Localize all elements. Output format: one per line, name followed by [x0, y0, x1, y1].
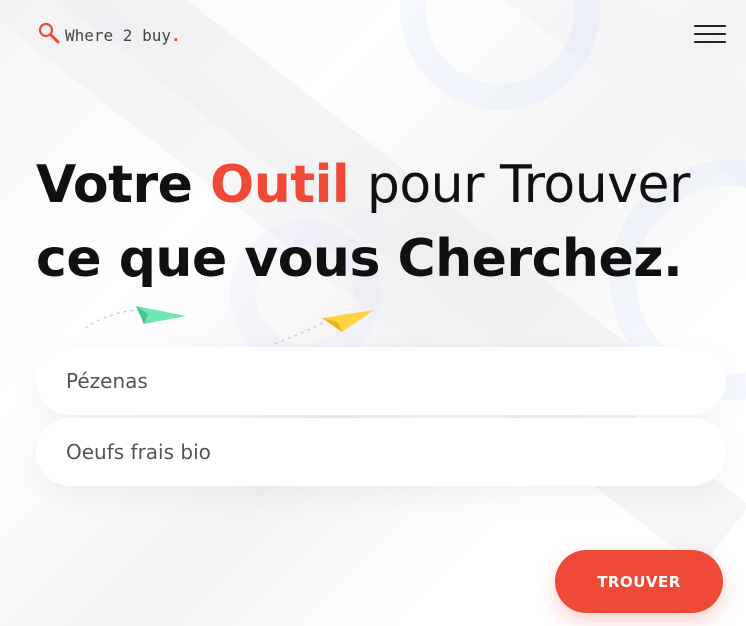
magnifier-icon	[37, 21, 61, 50]
hero-word: Votre	[36, 155, 193, 215]
hamburger-menu-icon[interactable]	[694, 25, 726, 43]
search-query-input[interactable]	[36, 418, 726, 486]
hero-title: Votre Outil pour Trouver ce que vous Che…	[36, 148, 726, 296]
hero-line1-rest: pour Trouver	[366, 155, 690, 215]
brand-logo[interactable]: Where 2 buy.	[37, 21, 181, 50]
location-input[interactable]	[36, 347, 726, 415]
brand-name: Where 2 buy.	[65, 26, 181, 45]
hero-accent-word: Outil	[210, 155, 350, 215]
site-header: Where 2 buy.	[0, 0, 746, 70]
hero-line2: ce que vous Cherchez.	[36, 229, 683, 289]
search-submit-button[interactable]: TROUVER	[555, 550, 723, 613]
paper-plane-icon	[84, 306, 374, 345]
